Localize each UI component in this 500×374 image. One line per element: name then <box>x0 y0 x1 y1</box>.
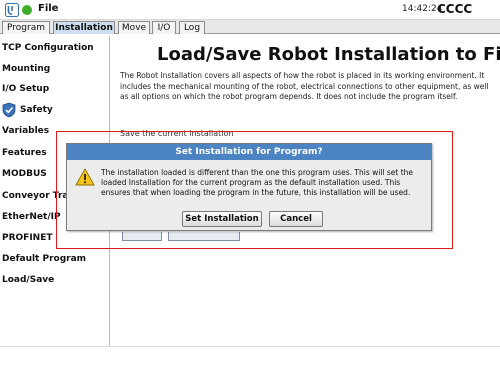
tab-io[interactable]: I/O <box>152 21 176 34</box>
tab-program[interactable]: Program <box>2 21 50 34</box>
tab-installation[interactable]: Installation <box>53 21 115 34</box>
set-installation-dialog: Set Installation for Program? The instal… <box>66 143 432 231</box>
sidebar-item-default-program[interactable]: Default Program <box>2 250 108 268</box>
tab-move[interactable]: Move <box>118 21 150 34</box>
footer-bar <box>0 346 500 374</box>
sidebar-item-label: Safety <box>20 105 53 115</box>
page-title: Load/Save Robot Installation to File <box>157 44 500 65</box>
warning-icon <box>75 168 95 186</box>
sidebar-item-mounting[interactable]: Mounting <box>2 60 108 78</box>
cancel-button[interactable]: Cancel <box>269 211 323 227</box>
set-installation-button[interactable]: Set Installation <box>182 211 262 227</box>
page-description: The Robot Installation covers all aspect… <box>120 71 489 101</box>
tab-log[interactable]: Log <box>179 21 205 34</box>
run-status-icon[interactable] <box>22 5 32 15</box>
file-menu[interactable]: File <box>38 3 58 14</box>
shield-icon <box>2 102 16 118</box>
sidebar-item-tcp-configuration[interactable]: TCP Configuration <box>2 39 108 57</box>
sidebar-item-io-setup[interactable]: I/O Setup <box>2 80 108 98</box>
robot-name: CCCC <box>437 2 473 16</box>
title-bar: File 14:42:24 CCCC <box>0 0 500 20</box>
dialog-message: The installation loaded is different tha… <box>101 168 414 198</box>
dialog-title: Set Installation for Program? <box>67 144 431 160</box>
sidebar-item-load-save[interactable]: Load/Save <box>2 271 108 289</box>
ur-logo-icon <box>5 3 19 17</box>
sidebar-item-safety[interactable]: Safety <box>2 101 108 119</box>
main-tabs: Program Installation Move I/O Log <box>0 20 500 34</box>
